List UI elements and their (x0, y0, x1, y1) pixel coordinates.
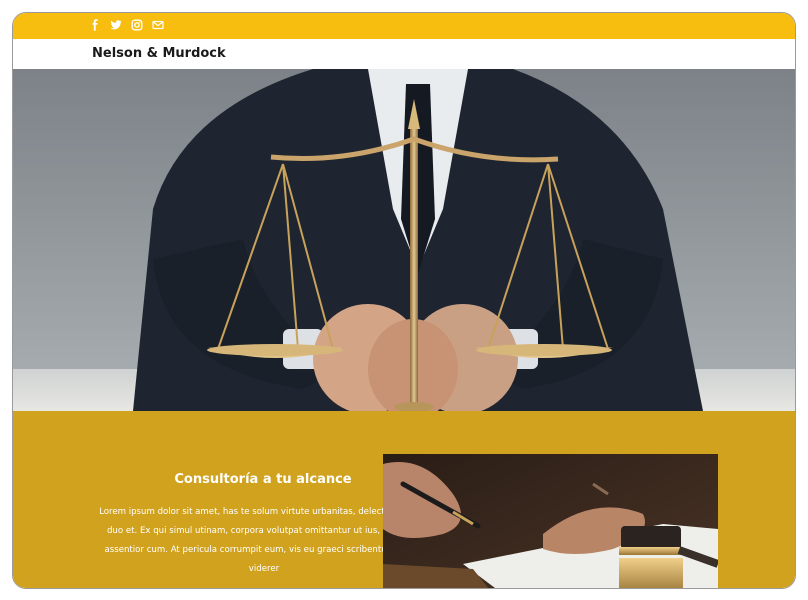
twitter-icon[interactable] (110, 19, 122, 31)
browser-frame: Nelson & Murdock Consultoría a tu alcanc… (12, 12, 796, 589)
hero-image (13, 69, 795, 411)
top-bar (13, 13, 795, 39)
mail-icon[interactable] (152, 19, 164, 31)
section-title: Consultoría a tu alcance (174, 472, 352, 487)
facebook-icon[interactable] (89, 19, 101, 31)
consulting-section: Consultoría a tu alcance Lorem ipsum dol… (13, 411, 795, 588)
instagram-icon[interactable] (131, 19, 143, 31)
social-links (89, 19, 164, 31)
site-logo-link[interactable]: Nelson & Murdock (92, 46, 226, 61)
brand-bar: Nelson & Murdock (13, 39, 795, 70)
section-body-text: Lorem ipsum dolor sit amet, has te solum… (99, 507, 429, 574)
gavel-photo (383, 454, 718, 588)
